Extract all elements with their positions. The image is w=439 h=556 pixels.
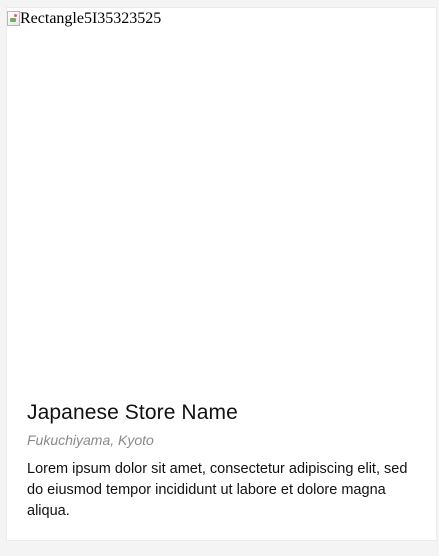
store-name: Japanese Store Name (27, 401, 238, 424)
image-alt-text: Rectangle5I35323525 (20, 10, 162, 27)
store-description: Lorem ipsum dolor sit amet, consectetur … (27, 461, 408, 519)
store-card-content: Japanese Store Name Fukuchiyama, Kyoto L… (27, 400, 417, 522)
store-card: Rectangle5I35323525 Japanese Store Name … (7, 8, 436, 540)
broken-image-placeholder: Rectangle5I35323525 (7, 10, 161, 28)
broken-image-icon (7, 11, 20, 26)
store-image: Rectangle5I35323525 (7, 8, 436, 388)
store-location: Fukuchiyama, Kyoto (27, 432, 154, 448)
